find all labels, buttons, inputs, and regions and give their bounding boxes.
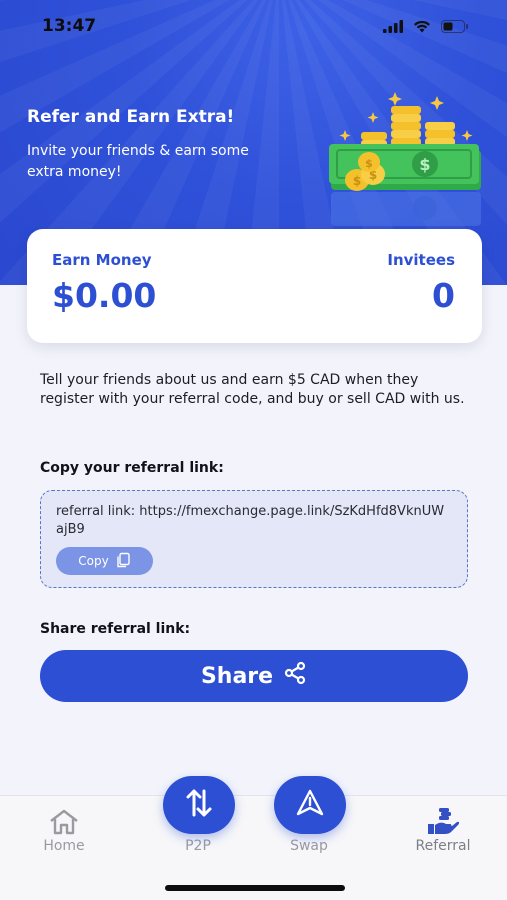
navigation-arrow-icon	[295, 788, 325, 822]
referral-hand-icon	[426, 806, 460, 840]
share-link-heading: Share referral link:	[40, 621, 191, 637]
referral-link-text[interactable]: referral link: https://fmexchange.page.l…	[56, 503, 451, 539]
swap-arrows-icon	[184, 787, 214, 823]
status-bar: 13:47	[0, 0, 507, 54]
referral-description: Tell your friends about us and earn $5 C…	[40, 372, 465, 407]
p2p-action-button[interactable]	[163, 776, 235, 834]
copy-icon	[115, 552, 131, 571]
copy-button-label: Copy	[78, 554, 109, 568]
tab-home-label: Home	[43, 838, 85, 854]
tab-referral-label: Referral	[415, 838, 471, 854]
cellular-signal-icon	[383, 18, 403, 37]
home-indicator[interactable]	[165, 885, 345, 891]
svg-text:$: $	[353, 174, 361, 188]
share-button[interactable]: Share	[40, 650, 468, 702]
copy-link-heading: Copy your referral link:	[40, 460, 224, 476]
hero-title: Refer and Earn Extra!	[27, 107, 235, 127]
share-icon	[283, 661, 307, 691]
earnings-card: Earn Money $0.00 Invitees 0	[27, 229, 482, 343]
svg-text:$: $	[419, 155, 430, 174]
referral-link-box: referral link: https://fmexchange.page.l…	[40, 490, 468, 588]
tab-home[interactable]: Home	[14, 796, 114, 876]
tab-p2p-label: P2P	[185, 838, 211, 854]
swap-action-button[interactable]	[274, 776, 346, 834]
svg-text:$: $	[365, 157, 373, 170]
earn-money-value: $0.00	[52, 276, 157, 315]
tab-referral[interactable]: Referral	[393, 796, 493, 876]
hero-subtitle: Invite your friends & earn some extra mo…	[27, 143, 249, 180]
tab-swap-label: Swap	[290, 838, 328, 854]
wifi-icon	[413, 18, 431, 37]
invitees-value: 0	[432, 276, 455, 315]
status-time: 13:47	[42, 16, 97, 36]
battery-icon	[441, 18, 469, 37]
earn-money-label: Earn Money	[52, 251, 152, 269]
copy-button[interactable]: Copy	[56, 547, 153, 575]
status-icons	[383, 18, 469, 37]
share-button-label: Share	[200, 663, 274, 689]
money-stack-illustration: $ $ $ $	[325, 88, 485, 228]
invitees-label: Invitees	[387, 251, 455, 269]
home-icon	[48, 808, 80, 840]
